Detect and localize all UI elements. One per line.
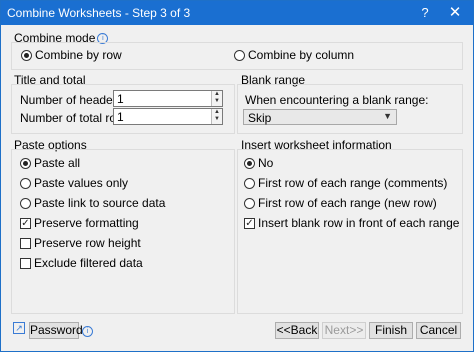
header-rows-spinner[interactable]: 1 ▲ ▼ [113, 90, 223, 107]
combine-by-row-label: Combine by row [35, 48, 122, 62]
help-button[interactable]: ? [414, 4, 436, 22]
total-rows-value: 1 [117, 110, 124, 124]
total-rows-spinner[interactable]: 1 ▲ ▼ [113, 108, 223, 125]
header-rows-value: 1 [117, 92, 124, 106]
first-row-new-row-label: First row of each range (new row) [258, 196, 437, 210]
password-button[interactable]: Password [29, 322, 83, 339]
spin-down-icon[interactable]: ▼ [212, 116, 222, 123]
exclude-filtered-checkbox[interactable]: Exclude filtered data [20, 256, 143, 270]
info-icon[interactable]: i [82, 326, 93, 337]
checkbox-empty-icon [20, 237, 31, 249]
radio-unselected-icon [244, 177, 255, 189]
radio-selected-icon [21, 49, 32, 61]
paste-all-label: Paste all [34, 156, 81, 170]
preserve-formatting-checkbox[interactable]: ✓ Preserve formatting [20, 216, 139, 230]
spinner-buttons[interactable]: ▲ ▼ [211, 91, 222, 106]
insert-blank-row-checkbox[interactable]: ✓ Insert blank row in front of each rang… [244, 216, 459, 230]
radio-unselected-icon [20, 177, 31, 189]
blank-range-prompt: When encountering a blank range: [245, 93, 429, 107]
insert-no-radio[interactable]: No [244, 156, 273, 170]
blank-range-select[interactable]: Skip ▼ [243, 109, 397, 125]
checkmark-icon: ✓ [244, 217, 255, 229]
radio-unselected-icon [20, 197, 31, 209]
combine-by-row-radio[interactable]: Combine by row [21, 48, 122, 62]
radio-unselected-icon [234, 49, 245, 61]
checkmark-icon: ✓ [20, 217, 31, 229]
paste-values-radio[interactable]: Paste values only [20, 176, 128, 190]
cancel-button[interactable]: Cancel [416, 322, 461, 339]
paste-link-label: Paste link to source data [34, 196, 166, 210]
close-button[interactable]: ✕ [444, 3, 466, 23]
title-bar: Combine Worksheets - Step 3 of 3 ? ✕ [1, 1, 473, 25]
paste-options-group [11, 149, 235, 314]
radio-selected-icon [244, 157, 255, 169]
first-row-new-row-radio[interactable]: First row of each range (new row) [244, 196, 437, 210]
paste-link-radio[interactable]: Paste link to source data [20, 196, 165, 210]
first-row-comments-radio[interactable]: First row of each range (comments) [244, 176, 447, 190]
radio-selected-icon [20, 157, 31, 169]
insert-info-group [237, 149, 463, 314]
preserve-row-height-label: Preserve row height [34, 236, 141, 250]
first-row-comments-label: First row of each range (comments) [258, 176, 448, 190]
radio-unselected-icon [244, 197, 255, 209]
spinner-buttons[interactable]: ▲ ▼ [211, 109, 222, 124]
spin-up-icon[interactable]: ▲ [212, 91, 222, 98]
checkbox-empty-icon [20, 257, 31, 269]
next-button[interactable]: Next>> [322, 322, 366, 339]
dialog-window: Combine Worksheets - Step 3 of 3 ? ✕ Com… [0, 0, 474, 352]
combine-by-column-label: Combine by column [248, 48, 355, 62]
spin-down-icon[interactable]: ▼ [212, 98, 222, 105]
share-link-icon[interactable]: ↗ [13, 322, 25, 334]
combine-by-column-radio[interactable]: Combine by column [234, 48, 354, 62]
blank-range-selected: Skip [248, 111, 272, 125]
preserve-row-height-checkbox[interactable]: Preserve row height [20, 236, 141, 250]
finish-button[interactable]: Finish [369, 322, 413, 339]
window-title: Combine Worksheets - Step 3 of 3 [7, 6, 191, 20]
exclude-filtered-label: Exclude filtered data [34, 256, 143, 270]
paste-values-label: Paste values only [34, 176, 129, 190]
preserve-formatting-label: Preserve formatting [34, 216, 139, 230]
spin-up-icon[interactable]: ▲ [212, 109, 222, 116]
insert-blank-row-label: Insert blank row in front of each range [258, 216, 460, 230]
insert-no-label: No [258, 156, 274, 170]
chevron-down-icon: ▼ [383, 111, 392, 121]
paste-all-radio[interactable]: Paste all [20, 156, 80, 170]
back-button[interactable]: <<Back [275, 322, 319, 339]
